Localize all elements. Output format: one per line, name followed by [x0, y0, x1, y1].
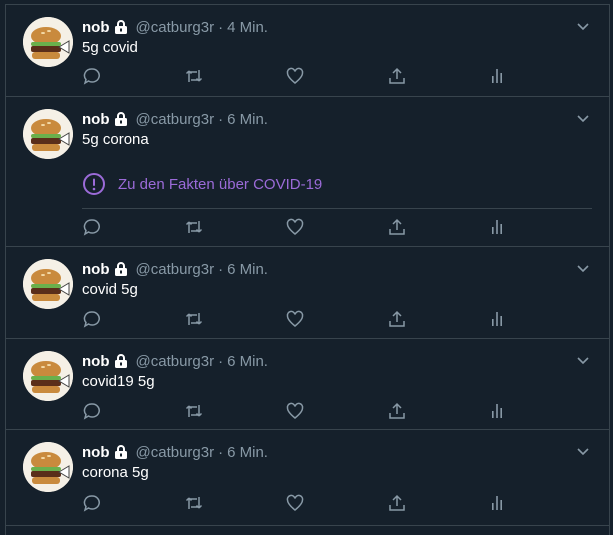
reply-icon[interactable] [82, 217, 102, 237]
retweet-icon[interactable] [184, 66, 204, 86]
avatar[interactable] [23, 351, 73, 401]
analytics-icon[interactable] [487, 66, 507, 86]
share-icon[interactable] [387, 309, 407, 329]
separator-dot: · [218, 443, 224, 461]
tweet-actions [6, 66, 609, 86]
lock-icon [113, 353, 129, 369]
avatar[interactable] [23, 17, 73, 67]
tweet-feed: nob @catburg3r · 4 Min. 5g covid nob @ca… [5, 4, 610, 535]
tweet[interactable]: nob @catburg3r · 6 Min. covid 5g [6, 247, 609, 339]
chevron-down-icon[interactable] [575, 18, 591, 34]
analytics-icon[interactable] [487, 493, 507, 513]
timestamp[interactable]: 4 Min. [227, 19, 268, 36]
chevron-down-icon[interactable] [575, 260, 591, 276]
like-icon[interactable] [285, 401, 305, 421]
share-icon[interactable] [387, 493, 407, 513]
display-name[interactable]: nob [82, 261, 110, 278]
like-icon[interactable] [285, 217, 305, 237]
burger-avatar-image [23, 351, 73, 401]
retweet-icon[interactable] [184, 493, 204, 513]
lock-icon [113, 19, 129, 35]
tweet-text: 5g corona [82, 131, 149, 148]
tweet-header: nob @catburg3r · 6 Min. [82, 442, 268, 462]
chevron-down-icon[interactable] [575, 110, 591, 126]
user-handle[interactable]: @catburg3r [136, 261, 215, 278]
tweet-header: nob @catburg3r · 6 Min. [82, 259, 268, 279]
timestamp[interactable]: 6 Min. [227, 261, 268, 278]
avatar[interactable] [23, 109, 73, 159]
separator-dot: · [218, 352, 224, 370]
reply-icon[interactable] [82, 66, 102, 86]
tweet-text: covid19 5g [82, 373, 155, 390]
retweet-icon[interactable] [184, 217, 204, 237]
exclamation-circle-icon [82, 172, 106, 196]
like-icon[interactable] [285, 309, 305, 329]
tweet-actions [6, 493, 609, 513]
burger-avatar-image [23, 109, 73, 159]
tweet-text: corona 5g [82, 464, 149, 481]
like-icon[interactable] [285, 66, 305, 86]
tweet-text: covid 5g [82, 281, 138, 298]
user-handle[interactable]: @catburg3r [136, 111, 215, 128]
chevron-down-icon[interactable] [575, 443, 591, 459]
tweet-text: 5g covid [82, 39, 138, 56]
tweet[interactable]: nob @catburg3r · 6 Min. corona 5g [6, 430, 609, 526]
tweet-header: nob @catburg3r · 4 Min. [82, 17, 268, 37]
display-name[interactable]: nob [82, 19, 110, 36]
timestamp[interactable]: 6 Min. [227, 353, 268, 370]
reply-icon[interactable] [82, 309, 102, 329]
burger-avatar-image [23, 17, 73, 67]
separator-dot: · [218, 260, 224, 278]
covid-info-label[interactable]: Zu den Fakten über COVID-19 [118, 176, 322, 193]
avatar[interactable] [23, 442, 73, 492]
burger-avatar-image [23, 259, 73, 309]
display-name[interactable]: nob [82, 111, 110, 128]
burger-avatar-image [23, 442, 73, 492]
chevron-down-icon[interactable] [575, 352, 591, 368]
covid-info-link[interactable]: Zu den Fakten über COVID-19 [82, 160, 592, 209]
share-icon[interactable] [387, 401, 407, 421]
tweet[interactable]: nob @catburg3r · 6 Min. covid19 5g [6, 339, 609, 430]
analytics-icon[interactable] [487, 401, 507, 421]
tweet[interactable]: nob @catburg3r · 6 Min. 5g corona Zu den… [6, 97, 609, 247]
reply-icon[interactable] [82, 493, 102, 513]
avatar[interactable] [23, 259, 73, 309]
lock-icon [113, 261, 129, 277]
analytics-icon[interactable] [487, 309, 507, 329]
timestamp[interactable]: 6 Min. [227, 111, 268, 128]
separator-dot: · [218, 18, 224, 36]
user-handle[interactable]: @catburg3r [136, 444, 215, 461]
share-icon[interactable] [387, 66, 407, 86]
reply-icon[interactable] [82, 401, 102, 421]
tweet[interactable]: nob @catburg3r · 4 Min. 5g covid [6, 5, 609, 97]
analytics-icon[interactable] [487, 217, 507, 237]
like-icon[interactable] [285, 493, 305, 513]
retweet-icon[interactable] [184, 309, 204, 329]
tweet-header: nob @catburg3r · 6 Min. [82, 351, 268, 371]
tweet-header: nob @catburg3r · 6 Min. [82, 109, 268, 129]
tweet-actions [6, 217, 609, 237]
display-name[interactable]: nob [82, 444, 110, 461]
timestamp[interactable]: 6 Min. [227, 444, 268, 461]
tweet-actions [6, 401, 609, 421]
tweet-actions [6, 309, 609, 329]
separator-dot: · [218, 110, 224, 128]
retweet-icon[interactable] [184, 401, 204, 421]
lock-icon [113, 111, 129, 127]
user-handle[interactable]: @catburg3r [136, 19, 215, 36]
lock-icon [113, 444, 129, 460]
display-name[interactable]: nob [82, 353, 110, 370]
user-handle[interactable]: @catburg3r [136, 353, 215, 370]
share-icon[interactable] [387, 217, 407, 237]
